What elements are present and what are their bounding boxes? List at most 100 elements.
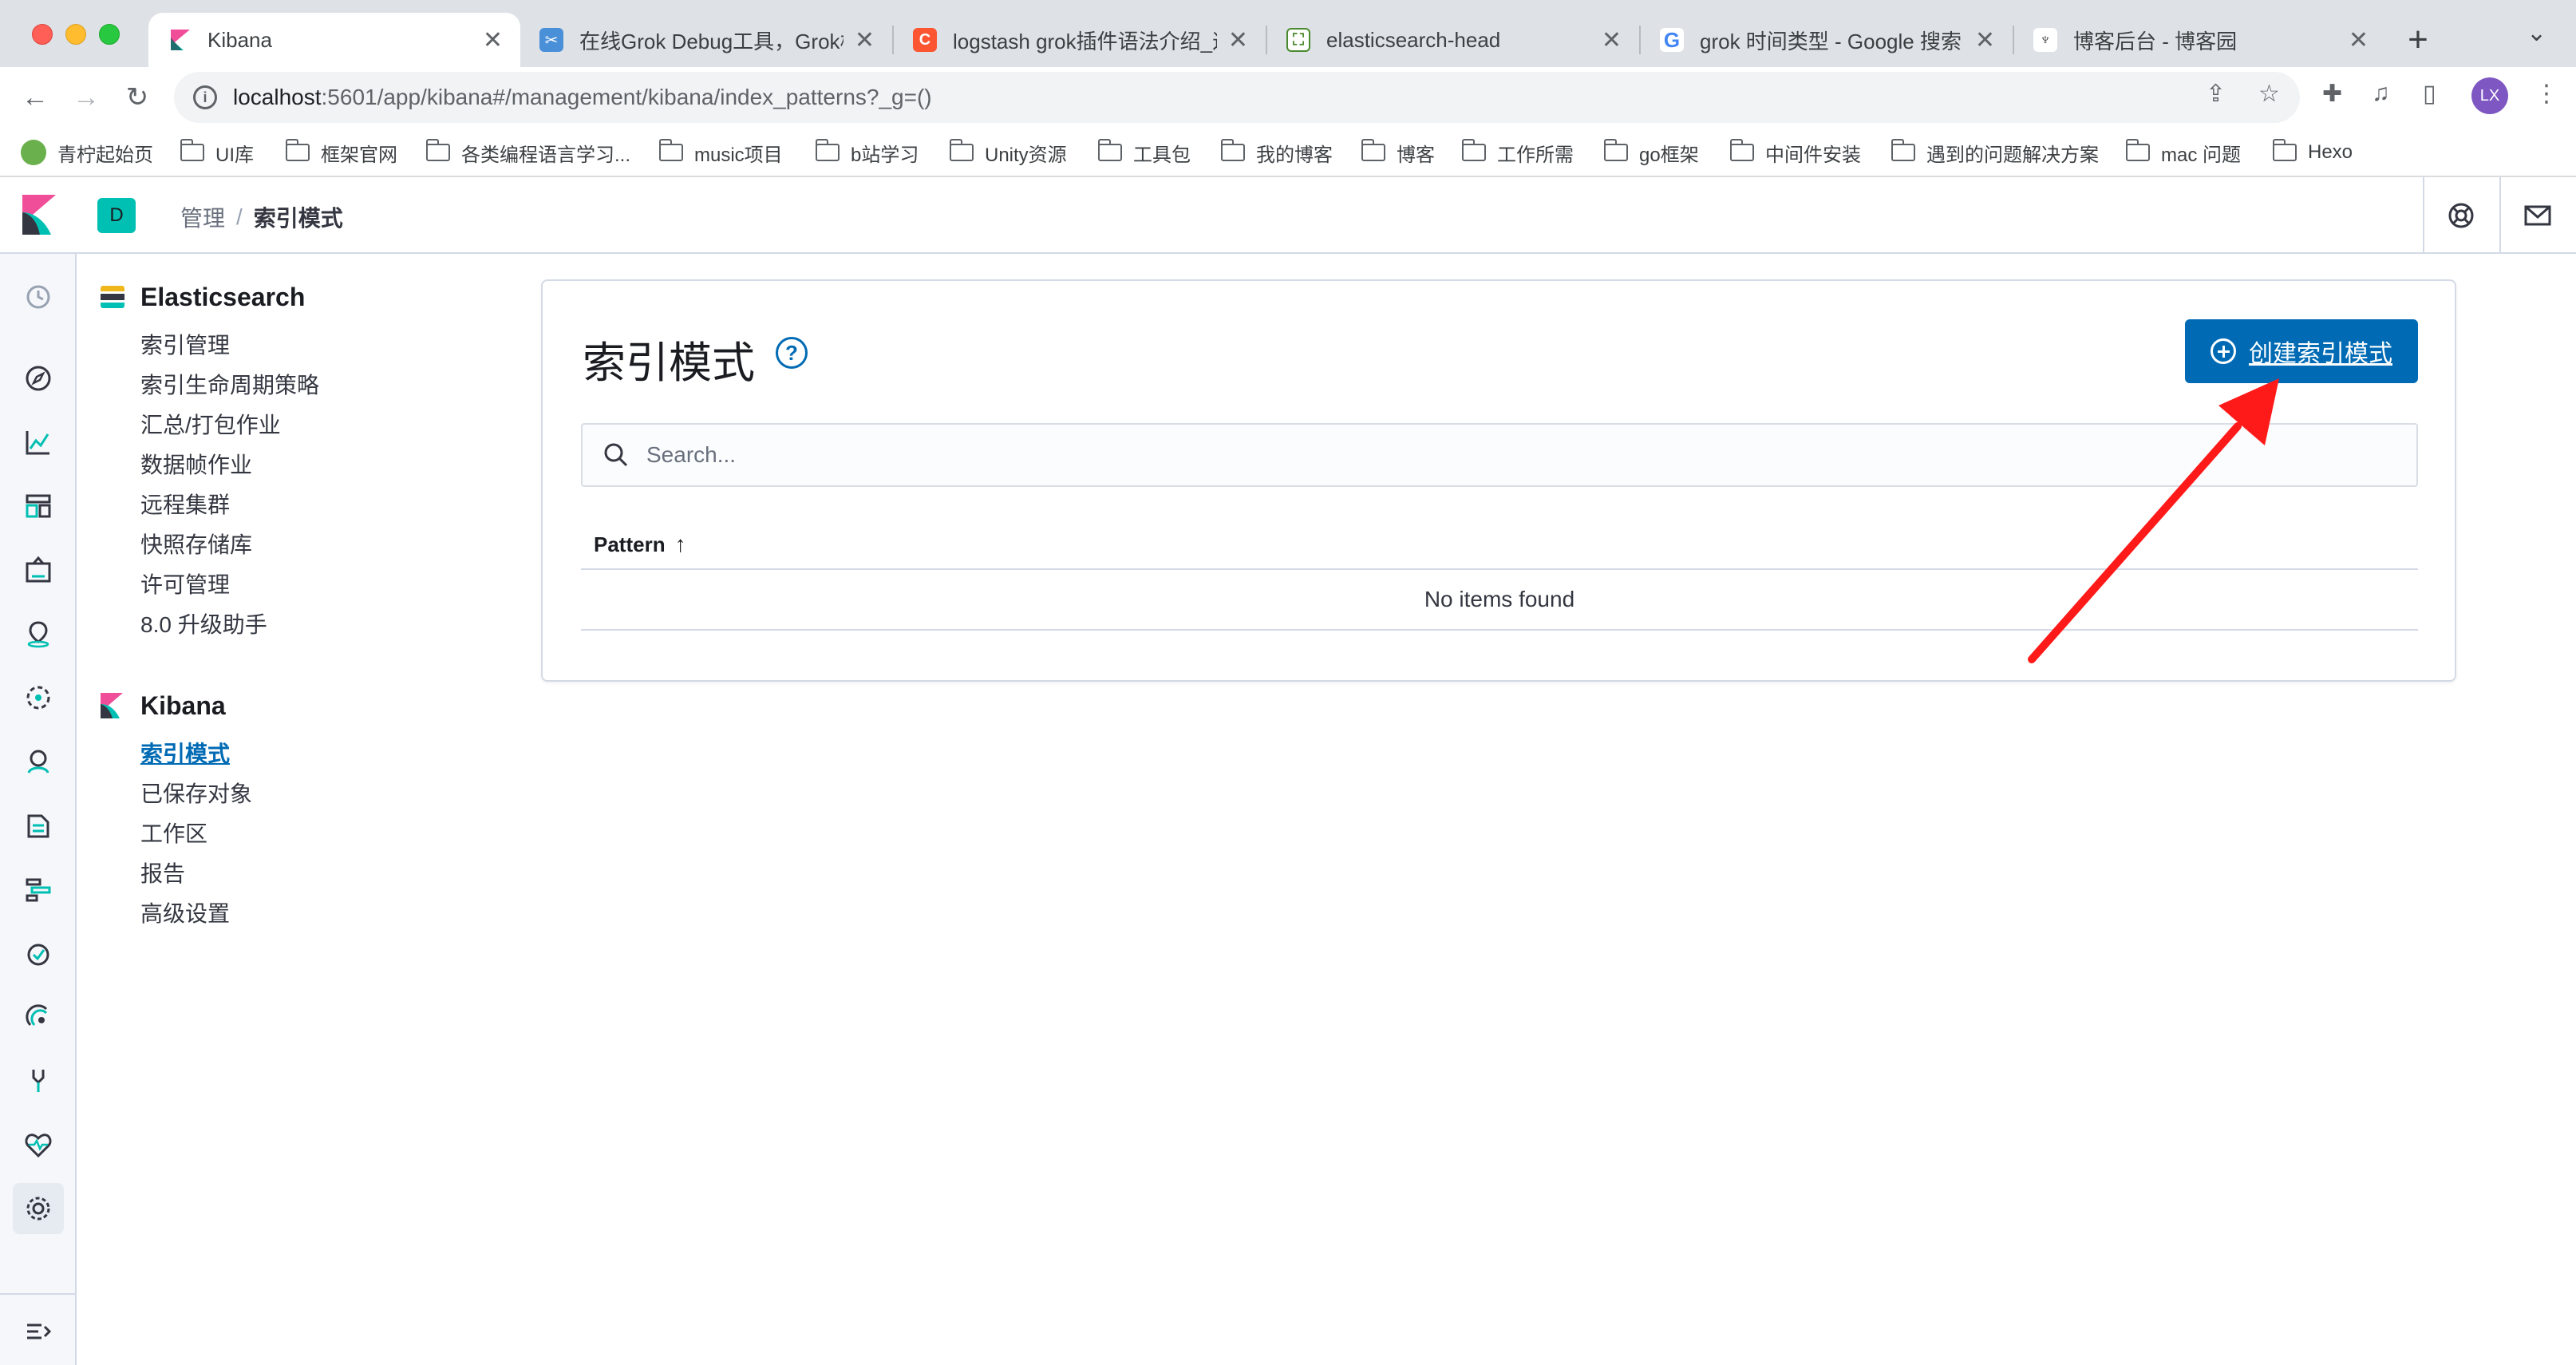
window-zoom-button[interactable] xyxy=(99,24,120,45)
forward-button[interactable]: → xyxy=(69,80,104,115)
browser-tab-logstash-grok[interactable]: C logstash grok插件语法介绍_这 ✕ xyxy=(894,13,1266,67)
media-control-icon[interactable]: ♫ xyxy=(2372,80,2390,107)
tab-title: 在线Grok Debug工具，Grok校验 xyxy=(579,29,844,53)
recently-viewed-clock-icon[interactable] xyxy=(22,281,54,313)
tab-close-icon[interactable]: ✕ xyxy=(2349,26,2369,54)
window-minimize-button[interactable] xyxy=(65,24,86,45)
share-icon[interactable]: ⇪ xyxy=(2206,80,2226,108)
profile-avatar[interactable]: LX xyxy=(2471,77,2508,114)
discover-compass-icon[interactable] xyxy=(22,362,54,394)
browser-menu-icon[interactable]: ⋮ xyxy=(2535,80,2558,108)
browser-tab-kibana[interactable]: Kibana ✕ xyxy=(148,13,520,67)
sort-ascending-icon: ↑ xyxy=(674,532,686,556)
bookmark-folder[interactable]: 工具包 xyxy=(1097,139,1191,166)
browser-tab-bar: Kibana ✕ ✂ 在线Grok Debug工具，Grok校验 ✕ C log… xyxy=(0,0,2576,67)
sidebar-item-index-lifecycle-policies[interactable]: 索引生命周期策略 xyxy=(140,366,531,406)
dashboard-icon[interactable] xyxy=(22,490,54,522)
sidebar-item-remote-clusters[interactable]: 远程集群 xyxy=(140,485,531,525)
extensions-icon[interactable]: ✚ xyxy=(2322,80,2342,108)
folder-icon xyxy=(1603,139,1628,161)
management-gear-icon[interactable] xyxy=(22,1193,54,1225)
siem-icon[interactable] xyxy=(22,1001,54,1033)
collapse-nav-icon[interactable] xyxy=(22,1316,54,1347)
infrastructure-icon[interactable] xyxy=(22,746,54,777)
canvas-icon[interactable] xyxy=(22,554,54,586)
bookmark-folder[interactable]: Hexo xyxy=(2272,139,2353,166)
bookmark-folder[interactable]: UI库 xyxy=(180,139,254,166)
cnblogs-favicon-icon: ♆ xyxy=(2033,28,2057,52)
maps-pin-icon[interactable] xyxy=(22,618,54,650)
tab-close-icon[interactable]: ✕ xyxy=(1228,26,1248,54)
folder-icon xyxy=(2125,139,2150,161)
dev-tools-wrench-icon[interactable] xyxy=(22,1065,54,1097)
sidebar-item-transform-jobs[interactable]: 数据帧作业 xyxy=(140,445,531,485)
bookmark-folder[interactable]: 框架官网 xyxy=(285,139,397,166)
sidebar-item-reporting[interactable]: 报告 xyxy=(140,854,531,894)
folder-icon xyxy=(180,139,204,161)
breadcrumb-parent[interactable]: 管理 xyxy=(180,201,225,233)
folder-icon xyxy=(1461,139,1486,161)
help-question-icon[interactable]: ? xyxy=(776,337,808,369)
bookmark-folder[interactable]: 中间件安装 xyxy=(1729,139,1861,166)
browser-tab-google-search[interactable]: G grok 时间类型 - Google 搜索 ✕ xyxy=(1641,13,2013,67)
address-bar[interactable]: i localhost:5601/app/kibana#/management/… xyxy=(174,72,2300,123)
breadcrumb-current: 索引模式 xyxy=(253,206,343,231)
folder-icon xyxy=(1729,139,1754,161)
tab-close-icon[interactable]: ✕ xyxy=(483,26,503,54)
back-button[interactable]: ← xyxy=(18,80,53,115)
bookmark-folder[interactable]: Unity资源 xyxy=(949,139,1067,166)
sidebar-item-advanced-settings[interactable]: 高级设置 xyxy=(140,894,531,934)
create-index-pattern-button[interactable]: 创建索引模式 xyxy=(2185,319,2418,383)
search-box xyxy=(581,423,2418,487)
machine-learning-icon[interactable] xyxy=(22,682,54,714)
tab-title: 博客后台 - 博客园 xyxy=(2073,29,2238,53)
sidebar-item-index-management[interactable]: 索引管理 xyxy=(140,326,531,366)
tab-close-icon[interactable]: ✕ xyxy=(1602,26,1622,54)
bookmark-folder[interactable]: mac 问题 xyxy=(2125,139,2241,166)
sidebar-item-license-management[interactable]: 许可管理 xyxy=(140,565,531,605)
breadcrumb: 管理 / 索引模式 xyxy=(180,201,343,233)
sidebar-item-saved-objects[interactable]: 已保存对象 xyxy=(140,774,531,814)
kibana-favicon-icon xyxy=(168,28,192,52)
new-tab-button[interactable]: + xyxy=(2394,16,2442,64)
apm-icon[interactable] xyxy=(22,873,54,905)
bookmark-folder[interactable]: 工作所需 xyxy=(1461,139,1574,166)
table-header-pattern[interactable]: Pattern ↑ xyxy=(581,520,2418,570)
kibana-logo-icon[interactable] xyxy=(22,195,56,235)
bookmark-star-icon[interactable]: ☆ xyxy=(2258,80,2280,108)
bookmark-folder[interactable]: 博客 xyxy=(1361,139,1435,166)
side-panel-icon[interactable]: ▯ xyxy=(2423,80,2436,108)
bookmark-folder[interactable]: 我的博客 xyxy=(1220,139,1333,166)
uptime-icon[interactable] xyxy=(22,937,54,969)
tab-close-icon[interactable]: ✕ xyxy=(855,26,875,54)
browser-tab-elasticsearch-head[interactable]: ⛶ elasticsearch-head ✕ xyxy=(1267,13,1639,67)
sidebar-item-index-patterns[interactable]: 索引模式 xyxy=(140,734,531,774)
browser-tab-cnblogs[interactable]: ♆ 博客后台 - 博客园 ✕ xyxy=(2014,13,2386,67)
logs-icon[interactable] xyxy=(22,809,54,841)
window-close-button[interactable] xyxy=(32,24,53,45)
folder-icon xyxy=(658,139,683,161)
sidebar-item-spaces[interactable]: 工作区 xyxy=(140,814,531,854)
sidebar-item-snapshot-repositories[interactable]: 快照存储库 xyxy=(140,525,531,565)
site-info-icon[interactable]: i xyxy=(193,85,217,109)
search-input[interactable] xyxy=(646,442,2242,468)
sidebar-item-upgrade-assistant[interactable]: 8.0 升级助手 xyxy=(140,605,531,645)
space-avatar[interactable]: D xyxy=(97,198,136,233)
monitoring-heartbeat-icon[interactable] xyxy=(22,1129,54,1161)
newsfeed-mail-icon[interactable] xyxy=(2522,200,2554,231)
bookmark-folder[interactable]: music项目 xyxy=(658,139,783,166)
bookmark-item[interactable]: 青柠起始页 xyxy=(21,139,153,166)
elasticsearch-head-favicon-icon: ⛶ xyxy=(1286,28,1310,52)
tab-close-icon[interactable]: ✕ xyxy=(1975,26,1995,54)
tab-search-chevron-icon[interactable]: ⌄ xyxy=(2527,19,2546,47)
bookmark-folder[interactable]: b站学习 xyxy=(815,139,919,166)
bookmark-folder[interactable]: 各类编程语言学习... xyxy=(425,139,630,166)
bookmark-folder[interactable]: 遇到的问题解决方案 xyxy=(1891,139,2099,166)
bookmark-folder[interactable]: go框架 xyxy=(1603,139,1699,166)
help-lifebuoy-icon[interactable] xyxy=(2445,200,2477,231)
visualize-chart-icon[interactable] xyxy=(22,426,54,458)
management-sidebar: Elasticsearch 索引管理 索引生命周期策略 汇总/打包作业 数据帧作… xyxy=(101,281,531,934)
reload-button[interactable]: ↻ xyxy=(120,80,155,115)
sidebar-item-rollup-jobs[interactable]: 汇总/打包作业 xyxy=(140,406,531,445)
browser-tab-grok-debug[interactable]: ✂ 在线Grok Debug工具，Grok校验 ✕ xyxy=(520,13,892,67)
